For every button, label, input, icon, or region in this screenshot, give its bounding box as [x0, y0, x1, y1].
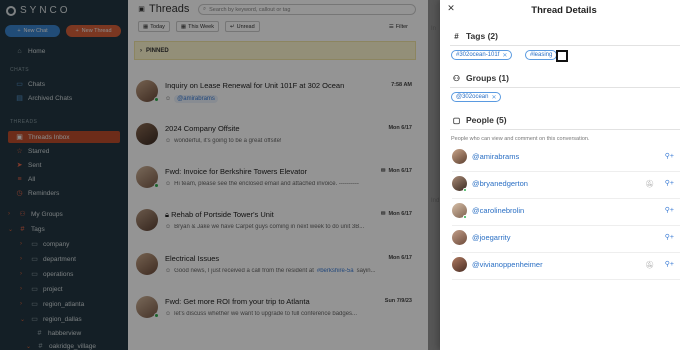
group-chip[interactable]: @302ocean ✕: [451, 92, 502, 102]
people-description: People who can view and comment on this …: [451, 136, 590, 142]
add-person-icon[interactable]: ⚲+: [665, 152, 674, 160]
tag-input-cursor[interactable]: [556, 50, 568, 62]
thread-details-panel: ✕ Thread Details # Tags (2) #302ocean-10…: [440, 0, 688, 350]
people-icon: ▢: [452, 115, 461, 125]
detail-strip-label: In: [431, 26, 437, 32]
tag-chip-label: #leasing: [530, 52, 553, 58]
avatar: [452, 257, 467, 272]
person-name[interactable]: @bryanedgerton: [472, 179, 528, 188]
tag-chip[interactable]: #leasing: [525, 50, 558, 60]
muted-bell-icon[interactable]: 🔕︎: [645, 180, 654, 188]
modal-overlay: [128, 0, 440, 350]
section-heading-text: Tags (2): [466, 31, 498, 41]
people-heading: ▢ People (5): [452, 115, 507, 125]
person-row[interactable]: @bryanedgerton 🔕︎ ⚲+: [448, 172, 680, 199]
modal-overlay: [0, 0, 128, 350]
add-person-icon[interactable]: ⚲+: [665, 233, 674, 241]
person-name[interactable]: @amirabrams: [472, 152, 519, 161]
section-heading-text: Groups (1): [466, 73, 509, 83]
groups-icon: ⚇: [452, 73, 461, 83]
tag-chip-label: #302ocean-101f: [456, 52, 500, 58]
remove-icon[interactable]: ✕: [491, 94, 496, 101]
modal-overlay: [428, 0, 440, 350]
tags-heading: # Tags (2): [452, 31, 498, 41]
section-heading-text: People (5): [466, 115, 507, 125]
divider: [450, 45, 680, 46]
add-person-icon[interactable]: ⚲+: [665, 179, 674, 187]
person-name[interactable]: @carolinebrolin: [472, 206, 524, 215]
avatar: [452, 149, 467, 164]
person-name[interactable]: @vivianoppenheimer: [472, 260, 543, 269]
sidebar: SYNCO + New Chat + New Thread ⌂ Home CHA…: [0, 0, 128, 350]
person-row[interactable]: @vivianoppenheimer 🔕︎ ⚲+: [448, 253, 680, 280]
detail-strip-label: Ind: [431, 198, 440, 204]
add-person-icon[interactable]: ⚲+: [665, 206, 674, 214]
add-person-icon[interactable]: ⚲+: [665, 260, 674, 268]
tag-chip[interactable]: #302ocean-101f ✕: [451, 50, 513, 60]
remove-icon[interactable]: ✕: [502, 52, 507, 59]
groups-heading: ⚇ Groups (1): [452, 73, 509, 83]
hash-icon: #: [454, 31, 459, 41]
avatar: [452, 230, 467, 245]
divider: [450, 87, 680, 88]
person-row[interactable]: @joegarrity ⚲+: [448, 226, 680, 253]
panel-title: Thread Details: [531, 5, 597, 16]
divider: [450, 129, 680, 130]
thread-list: ▣ Threads ⌕ Search by keyword, callout o…: [128, 0, 440, 350]
online-indicator: [463, 188, 467, 192]
person-row[interactable]: @amirabrams ⚲+: [448, 145, 680, 172]
divider: [452, 279, 680, 280]
muted-bell-icon[interactable]: 🔕︎: [645, 261, 654, 269]
online-indicator: [463, 215, 467, 219]
group-chip-label: @302ocean: [456, 94, 489, 100]
person-name[interactable]: @joegarrity: [472, 233, 510, 242]
person-row[interactable]: @carolinebrolin ⚲+: [448, 199, 680, 226]
